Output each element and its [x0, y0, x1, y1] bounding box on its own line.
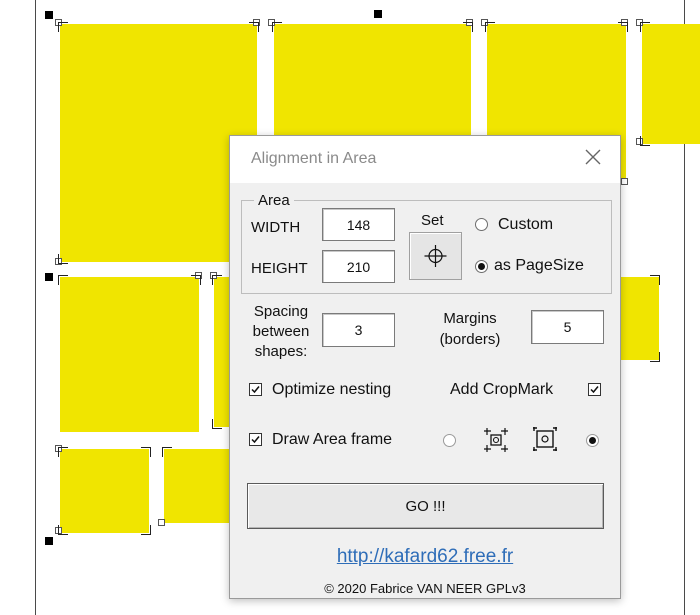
cropmark-checkbox[interactable]	[588, 383, 601, 396]
shape-node	[621, 178, 628, 185]
spacing-label-line: between	[252, 323, 310, 340]
crop-mark-icon	[212, 275, 222, 285]
selection-handle[interactable]	[374, 10, 382, 18]
pagesize-radio[interactable]	[475, 260, 488, 273]
cropmark-label[interactable]: Add CropMark	[450, 381, 553, 399]
margins-label-line: (borders)	[439, 331, 501, 348]
optimize-nesting-label[interactable]: Optimize nesting	[272, 381, 391, 399]
set-label: Set	[421, 212, 444, 229]
yellow-rectangle[interactable]	[60, 277, 199, 432]
area-group-label: Area	[254, 192, 294, 209]
crop-mark-icon	[618, 22, 628, 32]
width-label: WIDTH	[251, 219, 301, 236]
crop-mark-icon	[272, 22, 282, 32]
shape-node	[158, 519, 165, 526]
yellow-rectangle[interactable]	[617, 277, 659, 360]
crop-mark-icon	[640, 22, 650, 32]
crop-inner-radio[interactable]	[443, 434, 456, 447]
yellow-rectangle[interactable]	[164, 449, 231, 523]
crop-mark-icon	[650, 275, 660, 285]
yellow-rectangle[interactable]	[60, 24, 257, 262]
selection-handle[interactable]	[45, 537, 53, 545]
dialog-titlebar[interactable]: Alignment in Area	[230, 136, 620, 183]
crop-mark-icon	[141, 525, 151, 535]
website-link[interactable]: http://kafard62.free.fr	[230, 546, 620, 568]
set-area-button[interactable]	[409, 232, 462, 280]
dialog-title: Alignment in Area	[251, 150, 377, 167]
crop-mark-icon	[141, 447, 151, 457]
yellow-rectangle[interactable]	[642, 24, 700, 144]
margins-input[interactable]	[531, 310, 604, 344]
crop-mark-icon	[212, 419, 222, 429]
optimize-nesting-checkbox[interactable]	[249, 383, 262, 396]
crop-outer-icon	[533, 427, 557, 451]
spacing-input[interactable]	[322, 313, 395, 347]
crop-mark-icon	[58, 275, 68, 285]
crop-mark-icon	[463, 22, 473, 32]
crop-mark-icon	[485, 22, 495, 32]
page-border-left	[35, 0, 36, 615]
selection-handle[interactable]	[45, 273, 53, 281]
copyright-text: © 2020 Fabrice VAN NEER GPLv3	[324, 581, 526, 596]
crop-mark-icon	[58, 525, 68, 535]
alignment-dialog: Alignment in Area Area WIDTH HEIGHT Set …	[229, 135, 621, 599]
spacing-label-line: Spacing	[253, 303, 309, 320]
crop-mark-icon	[191, 275, 201, 285]
width-input[interactable]	[322, 208, 395, 241]
go-button[interactable]: GO !!!	[247, 483, 604, 529]
margins-label: Margins (borders)	[430, 308, 510, 350]
custom-label[interactable]: Custom	[498, 216, 553, 234]
spacing-label: Spacing between shapes:	[246, 302, 316, 362]
check-icon	[590, 386, 599, 394]
close-icon[interactable]	[582, 146, 604, 168]
height-input[interactable]	[322, 250, 395, 283]
yellow-rectangle[interactable]	[60, 449, 149, 533]
pagesize-label[interactable]: as PageSize	[494, 257, 584, 275]
crop-inner-icon	[484, 428, 508, 452]
crop-mark-icon	[640, 136, 650, 146]
margins-label-line: Margins	[443, 310, 497, 327]
draw-area-frame-label[interactable]: Draw Area frame	[272, 431, 392, 449]
height-label: HEIGHT	[251, 260, 308, 277]
check-icon	[251, 386, 260, 394]
crop-mark-icon	[162, 447, 172, 457]
check-icon	[251, 436, 260, 444]
crop-mark-icon	[58, 447, 68, 457]
crop-mark-icon	[58, 254, 68, 264]
draw-area-frame-checkbox[interactable]	[249, 433, 262, 446]
selection-handle[interactable]	[45, 11, 53, 19]
spacing-label-line: shapes:	[254, 343, 308, 360]
custom-radio[interactable]	[475, 218, 488, 231]
crop-outer-radio[interactable]	[586, 434, 599, 447]
crop-mark-icon	[58, 22, 68, 32]
crop-mark-icon	[249, 22, 259, 32]
crosshair-icon	[424, 245, 447, 267]
crop-mark-icon	[650, 352, 660, 362]
